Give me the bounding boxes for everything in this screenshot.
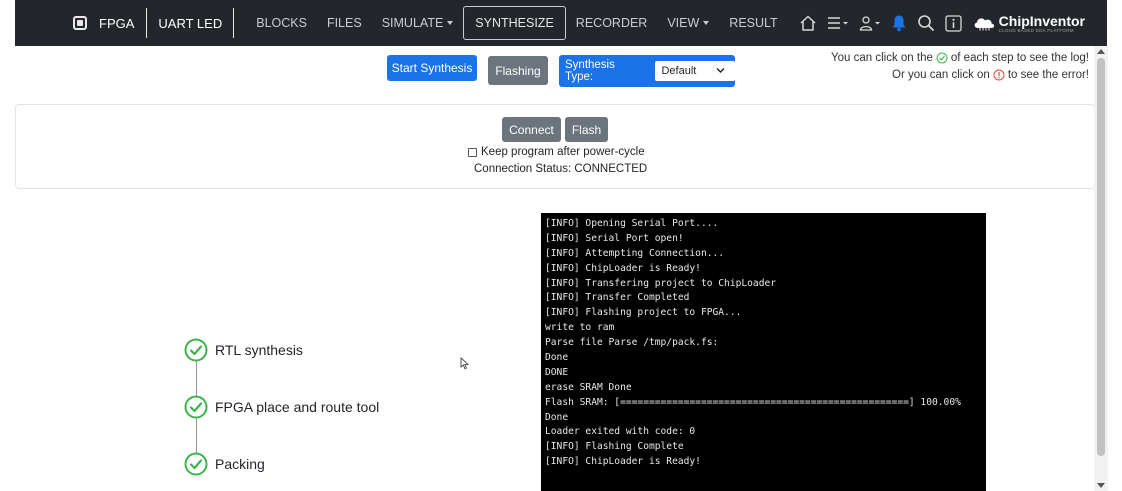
chip-icon <box>73 16 87 30</box>
nav-recorder[interactable]: RECORDER <box>566 7 658 39</box>
nav-synthesize-label: SYNTHESIZE <box>475 16 554 30</box>
synthesis-type-group: Synthesis Type: Default <box>559 55 735 87</box>
nav-blocks-label: BLOCKS <box>256 16 307 30</box>
log-line: [INFO] ChipLoader is Ready! <box>545 456 701 468</box>
step-place-and-route: FPGA place and route tool <box>184 395 379 419</box>
flash-log-terminal[interactable]: [INFO] Opening Serial Port.... [INFO] Se… <box>541 213 986 491</box>
nav-brand-group: FPGA UART LED <box>15 0 235 46</box>
chevron-down-icon <box>716 68 725 73</box>
nav-result-label: RESULT <box>729 16 778 30</box>
project-name[interactable]: UART LED <box>146 8 235 38</box>
synthesis-type-value: Default <box>661 65 697 77</box>
log-line: [INFO] ChipLoader is Ready! <box>545 262 701 274</box>
log-line: [INFO] Flashing project to FPGA... <box>545 307 742 319</box>
nav-right-group: ChipInventor CLOUD BASED EDA PLATFORM <box>799 0 1107 46</box>
flashing-button[interactable]: Flashing <box>488 56 548 85</box>
nav-files[interactable]: FILES <box>317 7 372 39</box>
step-packing: Packing <box>184 452 265 476</box>
check-circle-icon[interactable] <box>184 395 208 419</box>
hint-log-text-before: You can click on the <box>831 52 933 64</box>
caret-down-icon <box>447 21 454 25</box>
log-line: DONE <box>545 366 569 378</box>
hint-log: You can click on the of each step to see… <box>831 52 1089 64</box>
check-circle-icon <box>936 52 948 64</box>
log-line: [INFO] Transfering project to ChipLoader <box>545 277 777 289</box>
nav-menu: BLOCKS FILES SIMULATE SYNTHESIZE RECORDE… <box>246 0 787 46</box>
log-line: [INFO] Flashing Complete <box>545 441 684 453</box>
keep-program-label[interactable]: Keep program after power-cycle <box>481 146 645 158</box>
page-scrollbar[interactable] <box>1094 46 1108 491</box>
log-line: [INFO] Attempting Connection... <box>545 247 725 259</box>
hint-error: Or you can click on to see the error! <box>892 69 1089 81</box>
menu-icon[interactable] <box>827 16 849 30</box>
log-line: Flash SRAM: [===========================… <box>545 396 961 408</box>
keep-program-option: Keep program after power-cycle <box>468 146 645 158</box>
logo-name: ChipInventor <box>998 12 1085 29</box>
nav-recorder-label: RECORDER <box>575 16 648 30</box>
chipinventor-logo[interactable]: ChipInventor CLOUD BASED EDA PLATFORM <box>972 14 1085 33</box>
log-line: [INFO] Serial Port open! <box>545 232 684 244</box>
nav-view-label: VIEW <box>667 16 700 30</box>
step-rtl-synthesis: RTL synthesis <box>184 338 303 362</box>
synthesis-type-label: Synthesis Type: <box>565 59 615 83</box>
cloud-chip-icon <box>974 18 994 31</box>
connect-button[interactable]: Connect <box>502 117 561 142</box>
info-icon[interactable] <box>945 14 962 32</box>
nav-simulate-dropdown[interactable]: SIMULATE <box>372 7 464 39</box>
check-circle-icon[interactable] <box>184 338 208 362</box>
log-line: Loader exited with code: 0 <box>545 426 696 438</box>
check-circle-icon[interactable] <box>184 452 208 476</box>
nav-blocks[interactable]: BLOCKS <box>246 7 317 39</box>
brand-label[interactable]: FPGA <box>99 16 146 31</box>
step-label: Packing <box>215 456 265 472</box>
log-line: Parse file Parse /tmp/pack.fs: <box>545 337 719 349</box>
home-icon[interactable] <box>799 14 817 32</box>
nav-view-dropdown[interactable]: VIEW <box>657 7 719 39</box>
nav-simulate-label: SIMULATE <box>381 16 444 30</box>
log-line: [INFO] Opening Serial Port.... <box>545 218 719 229</box>
hint-error-text-after: to see the error! <box>1007 69 1089 81</box>
scroll-down-icon[interactable] <box>1097 483 1105 488</box>
step-label: RTL synthesis <box>215 342 303 358</box>
user-icon[interactable] <box>859 15 881 31</box>
synthesis-type-select[interactable]: Default <box>655 61 735 81</box>
top-navbar: FPGA UART LED BLOCKS FILES SIMULATE SYNT… <box>15 0 1107 46</box>
scrollbar-thumb[interactable] <box>1097 58 1105 456</box>
log-line: Done <box>545 352 569 364</box>
connection-status: Connection Status: CONNECTED <box>474 163 648 175</box>
hint-error-text-before: Or you can click on <box>892 69 990 81</box>
flash-button[interactable]: Flash <box>565 117 608 142</box>
log-line: Done <box>545 411 569 423</box>
log-line: [INFO] Transfer Completed <box>545 292 690 304</box>
nav-files-label: FILES <box>326 16 362 30</box>
bell-icon[interactable] <box>891 14 907 32</box>
keep-program-checkbox[interactable] <box>468 147 477 157</box>
nav-synthesize[interactable]: SYNTHESIZE <box>463 6 566 40</box>
start-synthesis-button[interactable]: Start Synthesis <box>387 55 477 81</box>
scroll-up-icon[interactable] <box>1097 49 1105 54</box>
caret-down-icon <box>703 21 710 25</box>
mouse-cursor-icon <box>460 357 469 370</box>
log-line: erase SRAM Done <box>545 381 632 393</box>
hint-log-text-after: of each step to see the log! <box>950 52 1089 64</box>
step-label: FPGA place and route tool <box>215 399 380 415</box>
log-line: write to ram <box>545 322 615 334</box>
logo-tagline: CLOUD BASED EDA PLATFORM <box>998 27 1074 33</box>
error-circle-icon <box>993 69 1005 81</box>
search-icon[interactable] <box>917 14 935 32</box>
nav-result[interactable]: RESULT <box>719 7 787 39</box>
